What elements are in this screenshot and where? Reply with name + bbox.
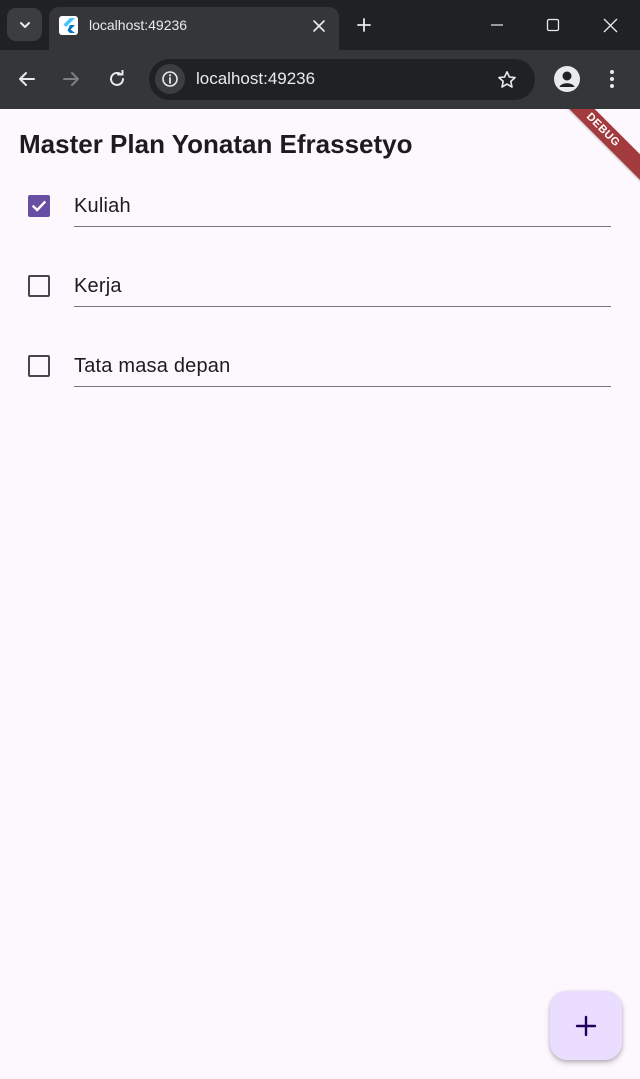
chevron-down-icon	[19, 21, 30, 28]
close-icon	[603, 18, 617, 32]
reload-icon	[110, 70, 124, 86]
tab-search-button[interactable]	[7, 8, 42, 41]
maximize-icon	[546, 18, 560, 32]
browser-tab[interactable]: localhost:49236	[49, 7, 339, 50]
task-text-field[interactable]: Tata masa depan	[74, 325, 611, 387]
close-icon	[313, 20, 325, 32]
back-button[interactable]	[12, 64, 42, 94]
more-vertical-icon	[610, 70, 614, 88]
task-text[interactable]: Tata masa depan	[74, 355, 230, 378]
url-text[interactable]: localhost:49236	[196, 69, 315, 89]
arrow-left-icon	[19, 72, 35, 86]
list-item: Kerja	[0, 245, 640, 325]
add-task-button[interactable]	[550, 991, 622, 1060]
window-close-button[interactable]	[590, 8, 630, 42]
plus-icon	[575, 1015, 597, 1036]
star-icon	[498, 71, 516, 88]
browser-toolbar: localhost:49236	[0, 50, 640, 109]
site-info-button[interactable]	[155, 64, 185, 94]
task-text-field[interactable]: Kuliah	[74, 165, 611, 227]
profile-button[interactable]	[554, 66, 580, 92]
bookmark-button[interactable]	[494, 67, 520, 93]
arrow-right-icon	[63, 72, 79, 86]
tab-close-button[interactable]	[309, 16, 329, 36]
plus-icon	[357, 18, 371, 32]
reload-button[interactable]	[102, 64, 132, 94]
forward-button[interactable]	[56, 64, 86, 94]
maximize-button[interactable]	[533, 8, 573, 42]
info-icon	[162, 71, 178, 87]
app-body: DEBUG Master Plan Yonatan Efrassetyo Kul…	[0, 109, 640, 1079]
task-text[interactable]: Kuliah	[74, 195, 131, 218]
address-bar[interactable]: localhost:49236	[149, 59, 535, 100]
task-checkbox[interactable]	[28, 275, 50, 297]
list-item: Tata masa depan	[0, 325, 640, 405]
avatar-icon	[559, 71, 575, 87]
browser-menu-button[interactable]	[600, 64, 624, 94]
task-text[interactable]: Kerja	[74, 275, 122, 298]
checkmark-icon	[31, 200, 47, 212]
minimize-button[interactable]	[477, 8, 517, 42]
minimize-icon	[491, 24, 503, 26]
debug-banner-label: DEBUG	[583, 110, 623, 150]
task-text-field[interactable]: Kerja	[74, 245, 611, 307]
browser-tab-bar: localhost:49236	[0, 0, 640, 50]
task-checkbox[interactable]	[28, 355, 50, 377]
flutter-favicon-icon	[59, 16, 78, 35]
task-checkbox[interactable]	[28, 195, 50, 217]
new-tab-button[interactable]	[352, 13, 376, 37]
tab-title: localhost:49236	[89, 17, 188, 33]
page-title: Master Plan Yonatan Efrassetyo	[19, 129, 413, 159]
list-item: Kuliah	[0, 165, 640, 245]
